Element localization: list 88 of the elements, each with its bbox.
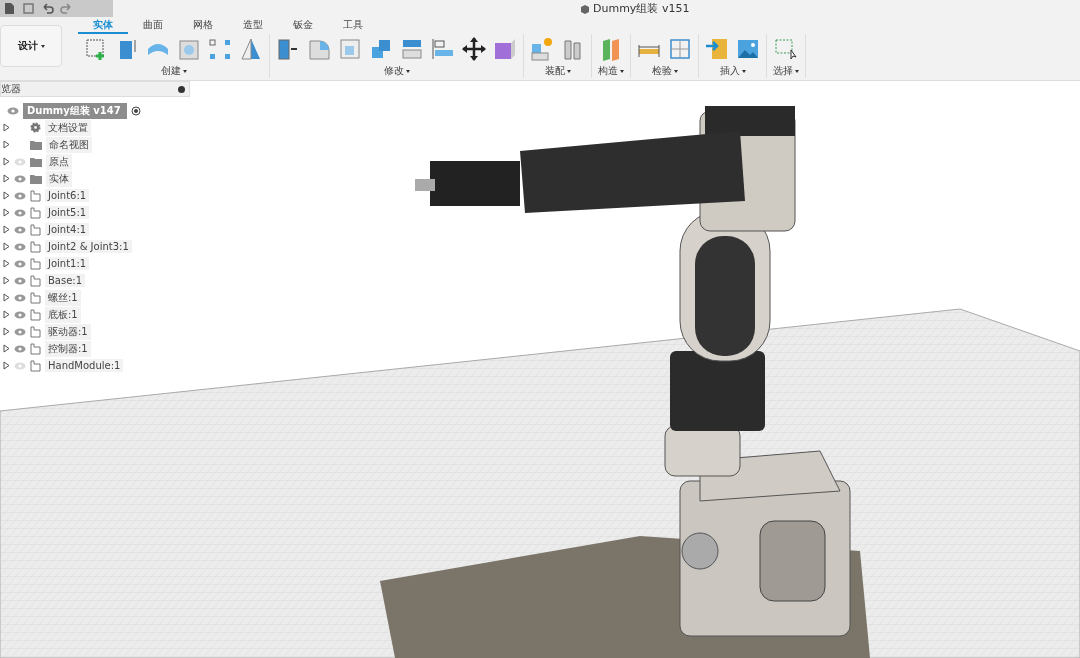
collapse-icon[interactable] <box>178 85 185 93</box>
group-dropdown[interactable]: 插入 <box>719 64 746 78</box>
save-icon[interactable] <box>22 2 35 15</box>
eye-icon[interactable] <box>14 191 26 200</box>
component-icon <box>30 240 41 253</box>
component-icon <box>30 206 41 219</box>
section-icon <box>670 39 690 59</box>
eye-icon[interactable] <box>14 293 26 302</box>
window-title: Dummy组装 v151 <box>593 1 690 16</box>
extrude-icon <box>120 39 136 59</box>
tree-item-label[interactable]: 驱动器:1 <box>45 323 91 340</box>
group-dropdown[interactable]: 装配 <box>544 64 571 78</box>
plane-icon <box>603 39 619 61</box>
group-dropdown[interactable]: 选择 <box>773 64 799 78</box>
component-icon <box>30 359 41 372</box>
redo-icon[interactable] <box>60 2 73 15</box>
tree-item-label[interactable]: 原点 <box>46 153 72 170</box>
shell-icon <box>340 39 360 59</box>
tool-button[interactable] <box>462 37 486 61</box>
eye-icon[interactable] <box>7 106 19 115</box>
cube-icon <box>580 3 590 14</box>
group-dropdown[interactable]: 修改 <box>383 64 410 78</box>
component-icon <box>30 274 41 287</box>
press-pull-icon <box>278 39 298 60</box>
new-component-icon <box>531 38 552 61</box>
component-icon <box>30 189 41 202</box>
component-icon <box>30 257 41 270</box>
group-dropdown[interactable]: 创建 <box>160 64 187 78</box>
group-dropdown[interactable]: 构造 <box>598 64 624 78</box>
tree-item-label[interactable]: HandModule:1 <box>45 359 124 372</box>
file-icon[interactable] <box>3 2 16 15</box>
folder-icon <box>30 173 42 184</box>
component-icon <box>30 223 41 236</box>
selection-box-icon <box>775 39 797 60</box>
joint-icon <box>564 40 581 60</box>
workspace-dropdown[interactable]: 设计 <box>0 25 62 67</box>
tree-item-label[interactable]: 螺丝:1 <box>45 289 81 306</box>
measure-icon <box>638 44 660 58</box>
group-dropdown[interactable]: 检验 <box>651 64 678 78</box>
tree-item-label[interactable]: Joint1:1 <box>45 257 90 270</box>
component-icon <box>30 342 41 355</box>
tree-item-label[interactable]: Joint6:1 <box>45 189 90 202</box>
triangle-icon <box>241 38 260 60</box>
browser-title: 览器 <box>1 82 21 96</box>
fillet-icon <box>309 40 330 60</box>
component-icon <box>30 308 41 321</box>
tree-item-label[interactable]: 底板:1 <box>45 306 81 323</box>
eye-icon[interactable] <box>14 242 26 251</box>
tree-item-label[interactable]: Base:1 <box>45 274 86 287</box>
undo-icon[interactable] <box>41 2 54 15</box>
combine-icon <box>372 40 390 58</box>
eye-icon[interactable] <box>14 208 26 217</box>
radio-icon[interactable] <box>130 105 141 116</box>
cube-icon <box>495 39 515 59</box>
eye-icon[interactable] <box>14 276 26 285</box>
folder-icon <box>30 156 42 167</box>
tree-item-label[interactable]: 实体 <box>46 170 72 187</box>
tab[interactable]: 钣金 <box>278 17 328 34</box>
tree-item-label[interactable]: Joint4:1 <box>45 223 90 236</box>
tree-item-label[interactable]: 文档设置 <box>45 119 91 136</box>
eye-icon[interactable] <box>14 174 26 183</box>
tab[interactable]: 工具 <box>328 17 378 34</box>
move-icon <box>462 37 486 61</box>
component-icon <box>30 291 41 304</box>
image-icon <box>738 40 758 58</box>
component-icon <box>30 325 41 338</box>
gear-icon <box>30 122 41 133</box>
tab[interactable]: 网格 <box>178 17 228 34</box>
eye-icon[interactable] <box>14 310 26 319</box>
eye-icon[interactable] <box>14 327 26 336</box>
eye-icon[interactable] <box>14 344 26 353</box>
sketch-icon <box>86 39 106 61</box>
tab[interactable]: 曲面 <box>128 17 178 34</box>
eye-icon[interactable] <box>14 259 26 268</box>
hole-icon <box>179 40 199 60</box>
tab[interactable]: 造型 <box>228 17 278 34</box>
pattern-icon <box>209 39 230 59</box>
tree-item-label[interactable]: 控制器:1 <box>45 340 91 357</box>
tree-item-label[interactable]: Joint5:1 <box>45 206 90 219</box>
align-icon <box>432 38 453 60</box>
insert-file-icon <box>705 39 727 59</box>
tool-button[interactable] <box>276 37 300 61</box>
tree-item-label[interactable]: Joint2 & Joint3:1 <box>45 240 132 253</box>
revolve-icon <box>148 44 168 55</box>
eye-icon[interactable] <box>14 225 26 234</box>
tree-item-label[interactable]: 命名视图 <box>46 136 92 153</box>
split-icon <box>402 40 422 59</box>
folder-icon <box>30 139 42 150</box>
